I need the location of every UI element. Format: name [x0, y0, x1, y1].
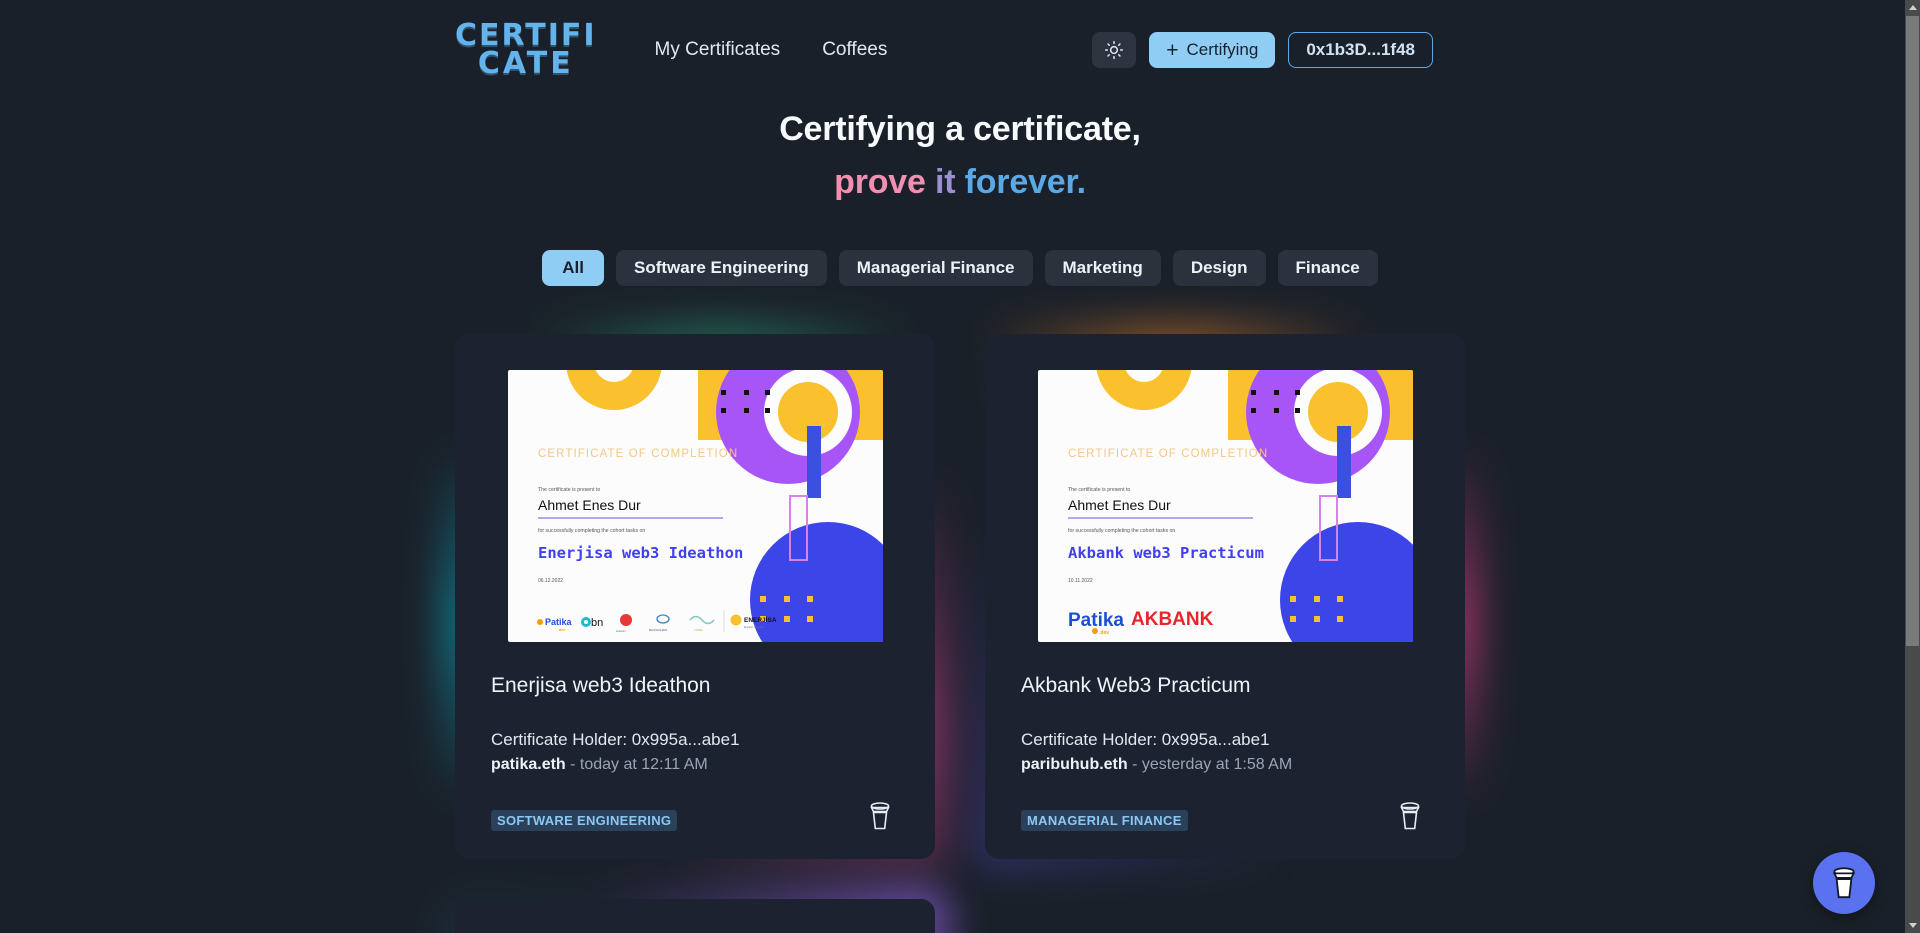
card-title: Enerjisa web3 Ideathon — [491, 674, 711, 697]
svg-text:LYDRA: LYDRA — [694, 628, 703, 632]
svg-text:ENERJİSA: ENERJİSA — [744, 616, 777, 624]
buy-coffee-button[interactable] — [1397, 801, 1423, 831]
card-issuer: paribuhub.eth - yesterday at 1:58 AM — [1021, 756, 1429, 774]
logo-line-2: CATE — [477, 46, 574, 81]
main-nav: My Certificates Coffees — [655, 39, 888, 61]
certifying-button[interactable]: + Certifying — [1149, 32, 1276, 68]
scrollbar-up-button[interactable] — [1905, 0, 1920, 15]
logo[interactable]: CERTIFI CATE — [455, 21, 597, 81]
card-issuer-name: patika.eth — [491, 756, 566, 773]
coffee-cup-icon — [1832, 867, 1856, 899]
chevron-up-icon — [1908, 5, 1917, 10]
cert-date: 10.11.2022 — [1068, 578, 1093, 584]
cert-completion-label: for successfully completing the cohort t… — [538, 528, 645, 534]
plus-icon: + — [1166, 38, 1179, 62]
chevron-down-icon — [1908, 923, 1917, 928]
filter-chip-managerial-finance[interactable]: Managerial Finance — [838, 250, 1033, 286]
coffee-cup-icon — [1400, 802, 1420, 830]
card-category-badge: MANAGERIAL FINANCE — [1021, 810, 1188, 831]
card-issuer-name: paribuhub.eth — [1021, 756, 1128, 773]
svg-text:.dev: .dev — [558, 628, 565, 632]
card-timestamp: - yesterday at 1:58 AM — [1127, 756, 1293, 773]
svg-text:eniocoin: eniocoin — [616, 629, 626, 633]
wallet-address-button[interactable]: 0x1b3D...1f48 — [1288, 32, 1433, 68]
filter-chip-design[interactable]: Design — [1172, 250, 1266, 286]
svg-text:Enerjinin Geleceği: Enerjinin Geleceği — [744, 626, 764, 629]
svg-text:Patika: Patika — [545, 617, 573, 627]
certificate-image[interactable]: CERTIFICATE OF COMPLETION The certificat… — [1037, 370, 1413, 642]
filter-chip-all[interactable]: All — [542, 250, 604, 286]
certificate-image[interactable]: CERTIFICATE OF COMPLETION The certificat… — [507, 370, 883, 642]
svg-text:AKBANK: AKBANK — [1131, 609, 1214, 630]
filter-chip-software-engineering[interactable]: Software Engineering — [615, 250, 827, 286]
cert-heading: CERTIFICATE OF COMPLETION — [1068, 448, 1268, 460]
certificate-card-wrapper: CERTIFICATE OF COMPLETION The certificat… — [969, 320, 1481, 873]
svg-text:BLOCKCHAIN: BLOCKCHAIN — [649, 628, 667, 632]
certificate-card[interactable] — [455, 899, 935, 933]
cert-course: Akbank web3 Practicum — [1068, 544, 1264, 562]
cert-completion-label: for successfully completing the cohort t… — [1068, 528, 1175, 534]
cert-recipient: Ahmet Enes Dur — [1068, 497, 1171, 513]
hero-headline: Certifying a certificate, — [779, 110, 1141, 148]
cert-date: 06.12.2022 — [538, 578, 563, 584]
hero-word-forever: forever. — [955, 163, 1086, 201]
certificate-card-wrapper — [439, 885, 951, 933]
filter-chip-finance[interactable]: Finance — [1277, 250, 1378, 286]
certificate-grid: CERTIFICATE OF COMPLETION The certificat… — [439, 320, 1481, 933]
site-header: CERTIFI CATE My Certificates Coffees + C… — [0, 0, 1905, 100]
certificate-card[interactable]: CERTIFICATE OF COMPLETION The certificat… — [455, 334, 935, 859]
scrollbar-down-button[interactable] — [1905, 918, 1920, 933]
hero-subheadline: prove it forever. — [0, 163, 1920, 202]
certificate-card-wrapper: CERTIFICATE OF COMPLETION The certificat… — [439, 320, 951, 873]
filter-chip-marketing[interactable]: Marketing — [1044, 250, 1161, 286]
nav-item-coffees[interactable]: Coffees — [822, 39, 887, 61]
page-root: CERTIFI CATE My Certificates Coffees + C… — [0, 0, 1920, 933]
cert-heading: CERTIFICATE OF COMPLETION — [538, 448, 738, 460]
cert-course: Enerjisa web3 Ideathon — [538, 544, 743, 562]
svg-text:Patika: Patika — [1068, 610, 1124, 631]
certificate-card[interactable]: CERTIFICATE OF COMPLETION The certificat… — [985, 334, 1465, 859]
theme-toggle-button[interactable] — [1092, 32, 1137, 68]
cert-present-label: The certificate is present to — [1068, 487, 1130, 493]
category-filter-bar: All Software Engineering Managerial Fina… — [0, 250, 1920, 286]
certifying-button-label: Certifying — [1186, 40, 1259, 59]
card-title: Akbank Web3 Practicum — [1021, 674, 1251, 697]
card-holder: Certificate Holder: 0x995a...abe1 — [491, 730, 740, 749]
page-scrollbar[interactable] — [1905, 0, 1920, 933]
hero-section: Certifying a certificate, prove it forev… — [0, 110, 1920, 202]
sun-icon — [1105, 40, 1124, 60]
floating-coffee-button[interactable] — [1813, 852, 1875, 914]
card-category-badge: SOFTWARE ENGINEERING — [491, 810, 678, 831]
buy-coffee-button[interactable] — [867, 801, 893, 831]
svg-text:bn: bn — [591, 617, 603, 629]
hero-word-it: it — [925, 163, 956, 201]
header-actions: + Certifying 0x1b3D...1f48 — [1092, 32, 1905, 68]
hero-word-prove: prove — [834, 163, 926, 201]
card-timestamp: - today at 12:11 AM — [565, 756, 708, 773]
scrollbar-thumb[interactable] — [1906, 16, 1919, 646]
cert-present-label: The certificate is present to — [538, 487, 600, 493]
card-footer: MANAGERIAL FINANCE — [1021, 801, 1429, 831]
card-holder: Certificate Holder: 0x995a...abe1 — [1021, 730, 1270, 749]
svg-text:.dev: .dev — [1099, 630, 1109, 636]
card-footer: SOFTWARE ENGINEERING — [491, 801, 899, 831]
nav-item-my-certificates[interactable]: My Certificates — [655, 39, 781, 61]
coffee-cup-icon — [870, 802, 890, 830]
card-issuer: patika.eth - today at 12:11 AM — [491, 756, 899, 774]
cert-recipient: Ahmet Enes Dur — [538, 497, 641, 513]
